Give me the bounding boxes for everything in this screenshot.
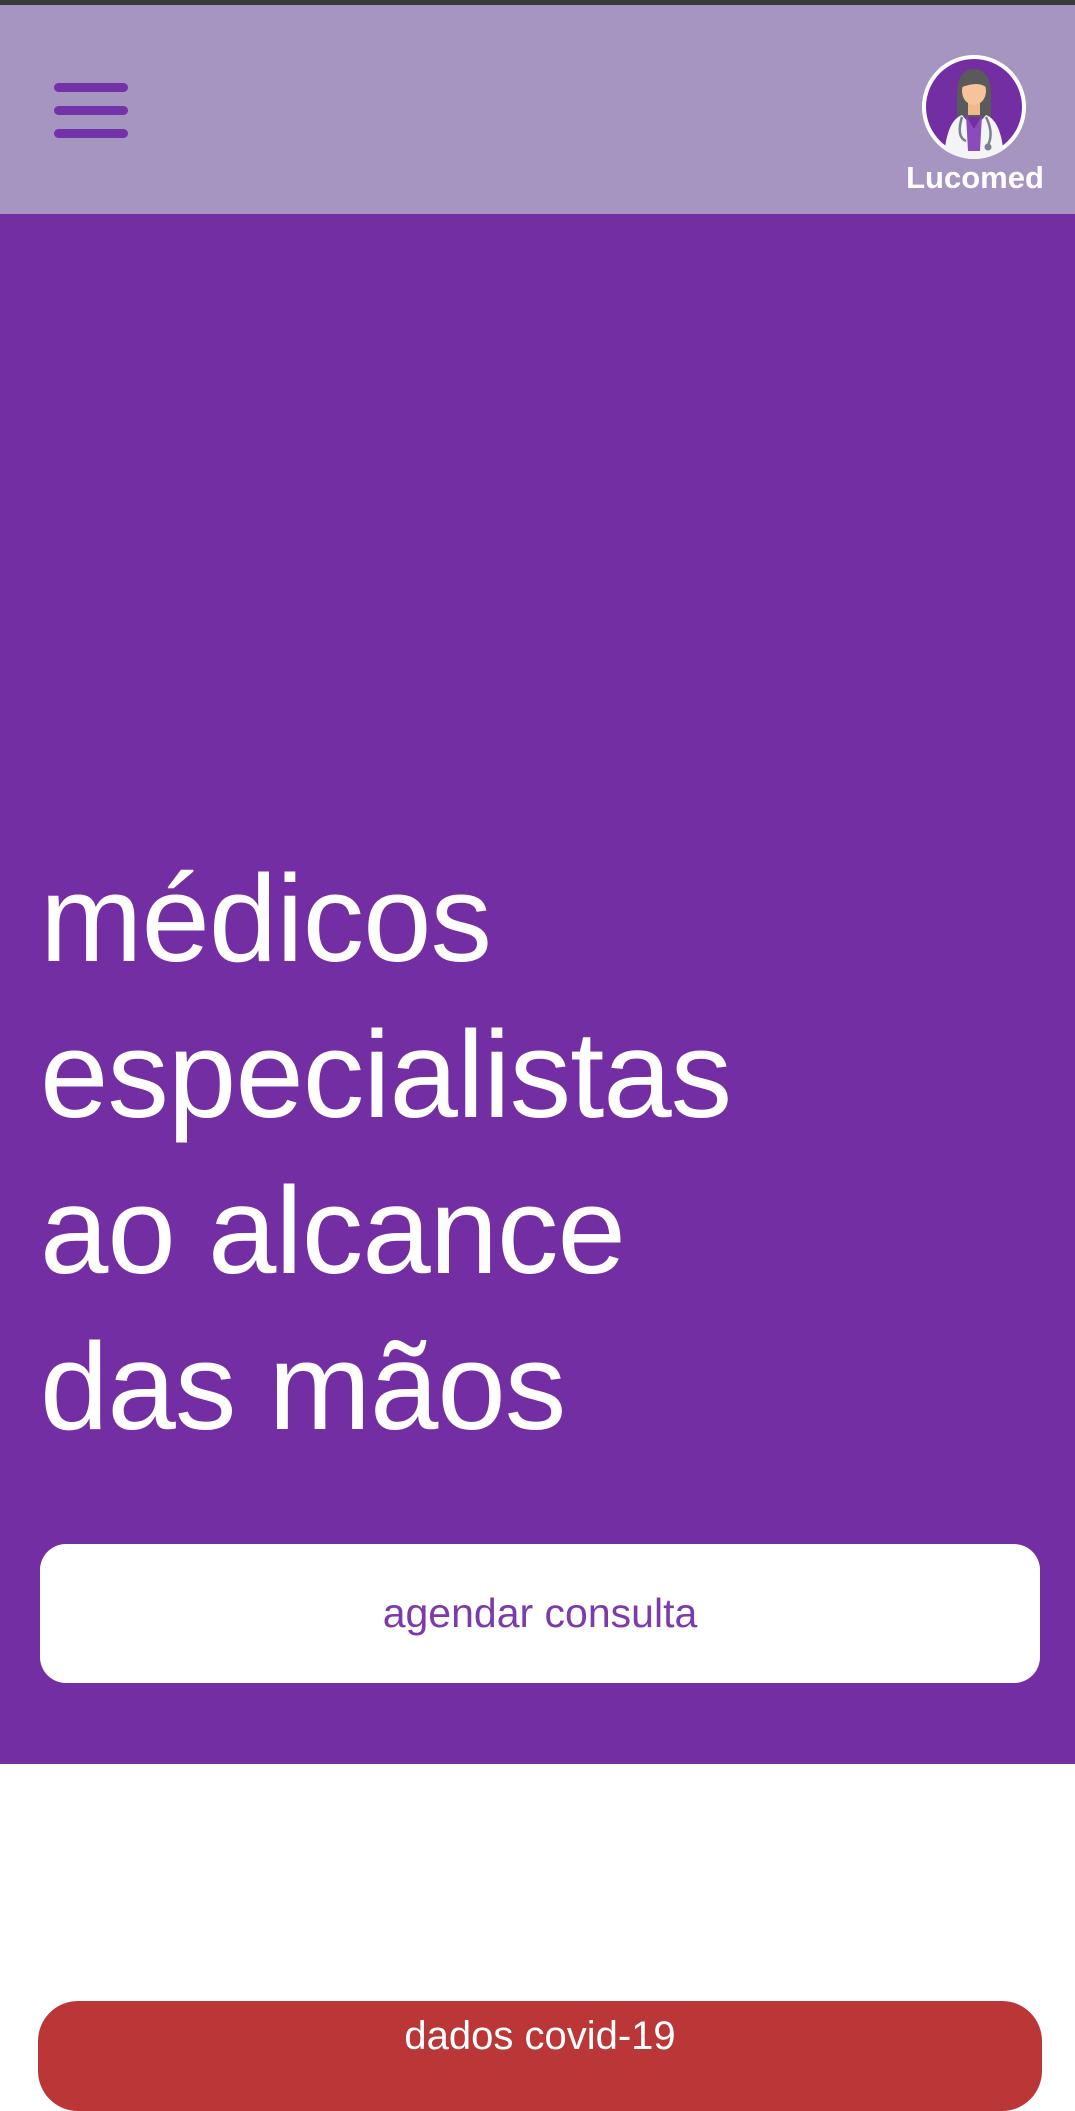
brand-name: Lucomed: [906, 160, 1044, 195]
hero-title-line: das mãos: [40, 1319, 566, 1456]
female-doctor-avatar-icon: [922, 55, 1026, 159]
hero-title-line: especialistas: [40, 1007, 732, 1144]
schedule-appointment-button[interactable]: agendar consulta: [40, 1544, 1040, 1683]
hero-title-line: ao alcance: [40, 1163, 626, 1300]
hero-title-line: médicos: [40, 851, 492, 988]
brand-logo[interactable]: Lucomed: [890, 53, 1060, 203]
covid-data-button[interactable]: dados covid-19: [38, 2001, 1042, 2111]
menu-button[interactable]: [44, 73, 128, 149]
hero-section: médicos especialistas ao alcance das mão…: [0, 214, 1075, 1764]
app-header: Lucomed: [0, 5, 1075, 214]
hero-title: médicos especialistas ao alcance das mão…: [40, 842, 732, 1466]
